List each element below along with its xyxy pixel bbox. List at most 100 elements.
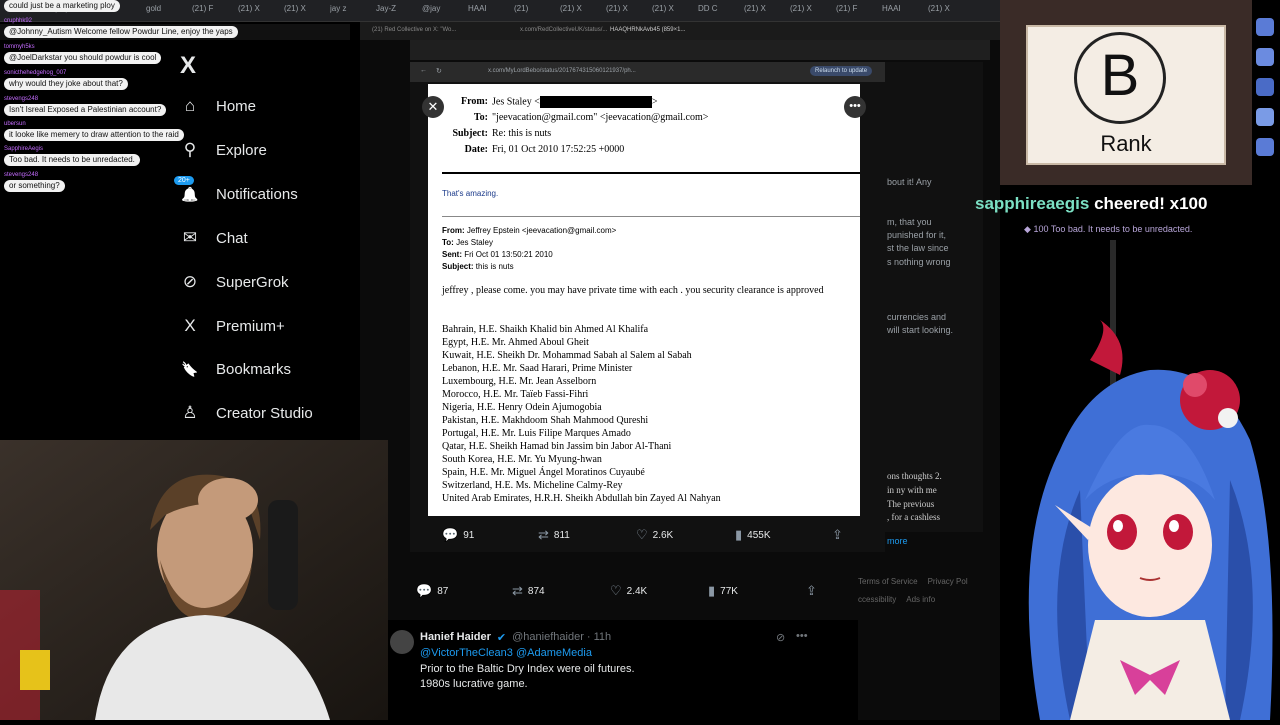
footer-link[interactable]: Privacy Pol [928, 577, 968, 586]
author-handle[interactable]: @haniefhaider · 11h [512, 631, 611, 644]
footer-link[interactable]: Ads info [906, 595, 935, 604]
background-article [885, 62, 983, 532]
cheer-text: cheered! x100 [1094, 194, 1208, 213]
rank-label: Rank [1100, 131, 1152, 156]
like-button[interactable]: ♡ 2.6K [636, 527, 673, 543]
rank-letter: B [1100, 43, 1140, 108]
notification-badge: 20+ [174, 176, 194, 185]
reply-button[interactable]: 💬 91 [442, 527, 474, 543]
repost-button[interactable]: ⇄ 811 [538, 527, 570, 543]
share-button[interactable]: ⇪ [806, 583, 817, 599]
browser-tab[interactable]: (21) X [284, 4, 326, 18]
repost-icon: ⇄ [512, 583, 523, 598]
sidebar-item-bookmarks[interactable]: 🔖 Bookmarks [180, 359, 291, 379]
browser-tab[interactable]: (21) F [836, 4, 878, 18]
list-item: South Korea, H.E. Mr. Yu Myung-hwan [442, 454, 602, 465]
avatar[interactable] [390, 630, 414, 654]
browser-tab[interactable]: (21) X [606, 4, 648, 18]
share-button[interactable]: ⇪ [832, 527, 843, 543]
avatar [1256, 138, 1274, 156]
avatar [1256, 48, 1274, 66]
tweet-text: Prior to the Baltic Dry Index were oil f… [420, 663, 635, 675]
relaunch-button[interactable]: Relaunch to update [810, 66, 873, 76]
author-name[interactable]: Hanief Haider [420, 631, 491, 644]
list-item: Portugal, H.E. Mr. Luis Filipe Marques A… [442, 428, 631, 439]
reload-icon[interactable]: ↻ [436, 67, 442, 75]
tweet-header: Hanief Haider ✔ @haniefhaider · 11h [420, 631, 611, 644]
browser-tab[interactable]: HAAI [468, 4, 510, 18]
more-icon[interactable]: ••• [796, 630, 808, 642]
views-button[interactable]: ▮ 77K [708, 583, 738, 599]
browser-tab[interactable]: @jay [422, 4, 464, 18]
show-more-link[interactable]: more [887, 536, 983, 546]
browser-tab[interactable]: (21) X [652, 4, 694, 18]
sidebar-item-label: Premium+ [216, 317, 285, 335]
article-text: currencies and [887, 312, 947, 322]
chat-message: ubersun it looke like memery to draw atte… [4, 119, 184, 141]
footer-link[interactable]: Terms of Service [858, 577, 918, 586]
browser-tab[interactable]: jay z [330, 4, 372, 18]
x-logo[interactable]: X [180, 52, 196, 80]
browser-tab[interactable]: Jay-Z [376, 4, 418, 18]
browser-tab[interactable]: (21) X [790, 4, 832, 18]
repost-button[interactable]: ⇄ 874 [512, 583, 545, 599]
sidebar-item-label: Home [216, 97, 257, 115]
list-item: Switzerland, H.E. Ms. Micheline Calmy-Re… [442, 480, 623, 491]
sidebar-item-home[interactable]: ⌂ Home [180, 96, 256, 116]
tweet-text: 1980s lucrative game. [420, 678, 528, 690]
x-footer-links: Terms of Service Privacy Pol [858, 577, 968, 586]
sidebar-item-label: Bookmarks [216, 360, 292, 378]
tweet-mentions[interactable]: @VictorTheClean3 @AdameMedia [420, 647, 592, 659]
close-icon[interactable]: ✕ [422, 96, 444, 118]
email-to: To: "jeevacation@gmail.com" <jeevacation@… [473, 112, 709, 123]
more-icon[interactable]: ••• [844, 96, 866, 118]
grok-icon[interactable]: ⊘ [776, 631, 785, 644]
quoted-sent: Sent: Fri Oct 01 13:50:21 2010 [442, 250, 553, 259]
avatar [1256, 78, 1274, 96]
browser-tab[interactable]: DD C [698, 4, 740, 18]
article-text: bout it! Any [887, 177, 932, 187]
reply-button[interactable]: 💬 87 [416, 583, 448, 599]
list-item: United Arab Emirates, H.R.H. Sheikh Abdu… [442, 493, 721, 504]
x-footer-links: ccessibility Ads info [858, 595, 935, 604]
sidebar-item-supergrok[interactable]: ⊘ SuperGrok [180, 272, 289, 292]
inner-tab[interactable]: HAAQHRNkAvb45 (859×1... [610, 27, 685, 33]
repost-icon: ⇄ [538, 527, 549, 542]
back-icon[interactable]: ← [420, 67, 427, 74]
chat-message: SapphireAegis Too bad. It needs to be unr… [4, 144, 140, 166]
article-text: st the law since [887, 243, 949, 253]
creator-icon: ♙ [182, 403, 198, 422]
sidebar-item-explore[interactable]: ⚲ Explore [180, 140, 267, 160]
sidebar-item-chat[interactable]: ✉ Chat [180, 228, 248, 248]
sidebar-item-premium[interactable]: X Premium+ [180, 316, 285, 336]
right-chat-strip [1250, 0, 1280, 200]
browser-tab[interactable]: (21) X [928, 4, 970, 18]
sidebar-item-label: Notifications [216, 185, 298, 203]
browser-tab[interactable]: (21) [514, 4, 556, 18]
inner-tab[interactable]: (21) Red Collective on X: "Wo... [372, 27, 456, 33]
like-button[interactable]: ♡ 2.4K [610, 583, 647, 599]
list-item: Kuwait, H.E. Sheikh Dr. Mohammad Sabah a… [442, 350, 692, 361]
cheer-alert: sapphireaegis cheered! x100 [975, 194, 1207, 214]
email-from: From: Jes Staley < > [460, 96, 658, 108]
vtuber-avatar [1000, 300, 1280, 720]
sidebar-item-creator-studio[interactable]: ♙ Creator Studio [180, 403, 312, 423]
quoted-to: To: Jes Staley [442, 238, 493, 247]
email-date: Date: Fri, 01 Oct 2010 17:52:25 +0000 [464, 144, 625, 155]
browser-tab[interactable]: (21) X [238, 4, 280, 18]
views-button[interactable]: ▮ 455K [735, 527, 771, 543]
views-icon: ▮ [708, 583, 716, 598]
streamer-silhouette [0, 440, 388, 720]
modal-url[interactable]: x.com/MyLordBebo/status/2017674315060121… [488, 68, 636, 74]
article-text: m, that you [887, 217, 932, 227]
inner-tab[interactable]: x.com/RedCollectiveUK/status/... [520, 27, 607, 33]
vtuber-illustration [1028, 320, 1273, 720]
footer-link[interactable]: ccessibility [858, 595, 896, 604]
browser-tab[interactable]: (21) X [560, 4, 602, 18]
sidebar-item-notifications[interactable]: 🔔 20+ Notifications [174, 176, 298, 204]
list-item: Bahrain, H.E. Shaikh Khalid bin Ahmed Al… [442, 324, 649, 335]
sidebar-item-label: Chat [216, 229, 248, 247]
browser-tab[interactable]: (21) X [744, 4, 786, 18]
browser-tab[interactable]: HAAI [882, 4, 924, 18]
chat-message: cruphhk92 @Johnny_Autism Welcome fellow P… [4, 16, 238, 38]
